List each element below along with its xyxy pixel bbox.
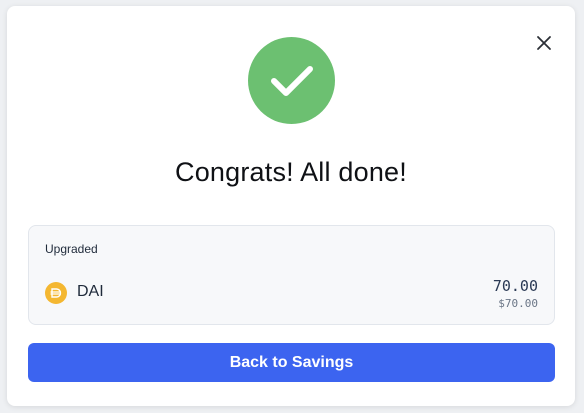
close-button[interactable] bbox=[531, 30, 557, 56]
summary-label: Upgraded bbox=[45, 242, 98, 256]
checkmark-icon bbox=[270, 65, 313, 96]
upgrade-summary-card: Upgraded DAI 70.00 $70.00 bbox=[28, 225, 555, 325]
success-modal: Congrats! All done! Upgraded DAI 70.00 $… bbox=[7, 6, 575, 406]
token-symbol: DAI bbox=[77, 283, 104, 300]
close-icon bbox=[537, 36, 551, 50]
token-usd-value: $70.00 bbox=[498, 297, 538, 310]
token-amount: 70.00 bbox=[492, 277, 538, 295]
modal-title: Congrats! All done! bbox=[175, 157, 407, 187]
success-badge bbox=[248, 37, 335, 124]
dai-glyph-icon bbox=[50, 288, 62, 298]
dai-token-icon bbox=[45, 282, 67, 304]
back-to-savings-button[interactable]: Back to Savings bbox=[28, 343, 555, 382]
